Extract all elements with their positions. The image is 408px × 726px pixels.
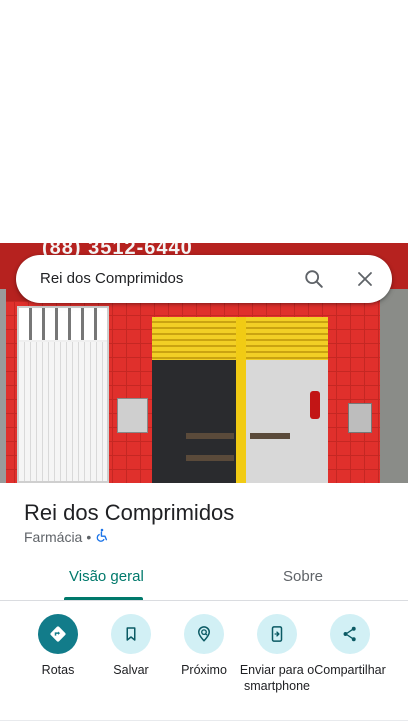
separator-dot: • bbox=[86, 528, 92, 545]
shelf bbox=[250, 433, 290, 439]
nearby-button[interactable]: Próximo bbox=[166, 614, 242, 678]
electric-box bbox=[348, 403, 372, 433]
shop-inner-wall bbox=[246, 360, 328, 483]
save-label: Salvar bbox=[113, 663, 149, 677]
share-label: Compartilhar bbox=[314, 663, 386, 677]
close-icon[interactable] bbox=[351, 265, 379, 293]
wheelchair-icon[interactable] bbox=[95, 528, 109, 545]
search-icon[interactable] bbox=[300, 265, 328, 293]
action-buttons: Rotas Salvar Próximo Enviar para o smart… bbox=[0, 600, 408, 720]
send-to-phone-icon[interactable] bbox=[257, 614, 297, 654]
send-to-phone-label: Enviar para o smartphone bbox=[239, 663, 315, 693]
divider bbox=[0, 720, 408, 721]
fire-extinguisher bbox=[310, 391, 320, 419]
place-category[interactable]: Farmácia bbox=[24, 529, 82, 545]
directions-button[interactable]: Rotas bbox=[20, 614, 96, 678]
tab-overview[interactable]: Visão geral bbox=[69, 568, 144, 585]
nearby-label: Próximo bbox=[181, 663, 227, 677]
search-query[interactable]: Rei dos Comprimidos bbox=[40, 270, 183, 287]
tab-about[interactable]: Sobre bbox=[283, 568, 323, 585]
shelf bbox=[186, 455, 234, 461]
electric-meter bbox=[117, 398, 148, 433]
share-icon[interactable] bbox=[330, 614, 370, 654]
shelf bbox=[186, 433, 234, 439]
photo-left-edge bbox=[0, 289, 6, 483]
save-button[interactable]: Salvar bbox=[93, 614, 169, 678]
place-tabs: Visão geral Sobre bbox=[0, 556, 408, 601]
search-bar[interactable]: Rei dos Comprimidos bbox=[16, 255, 392, 303]
nearby-icon[interactable] bbox=[184, 614, 224, 654]
directions-icon[interactable] bbox=[38, 614, 78, 654]
yellow-pole bbox=[236, 317, 246, 483]
bookmark-icon[interactable] bbox=[111, 614, 151, 654]
send-to-phone-button[interactable]: Enviar para o smartphone bbox=[239, 614, 315, 694]
map-blank-area bbox=[0, 0, 408, 243]
metal-door bbox=[17, 306, 109, 483]
directions-label: Rotas bbox=[41, 663, 75, 677]
gray-column bbox=[380, 289, 408, 483]
share-button[interactable]: Compartilhar bbox=[312, 614, 388, 678]
place-subtitle: Farmácia • bbox=[24, 528, 109, 545]
place-title: Rei dos Comprimidos bbox=[24, 500, 235, 525]
